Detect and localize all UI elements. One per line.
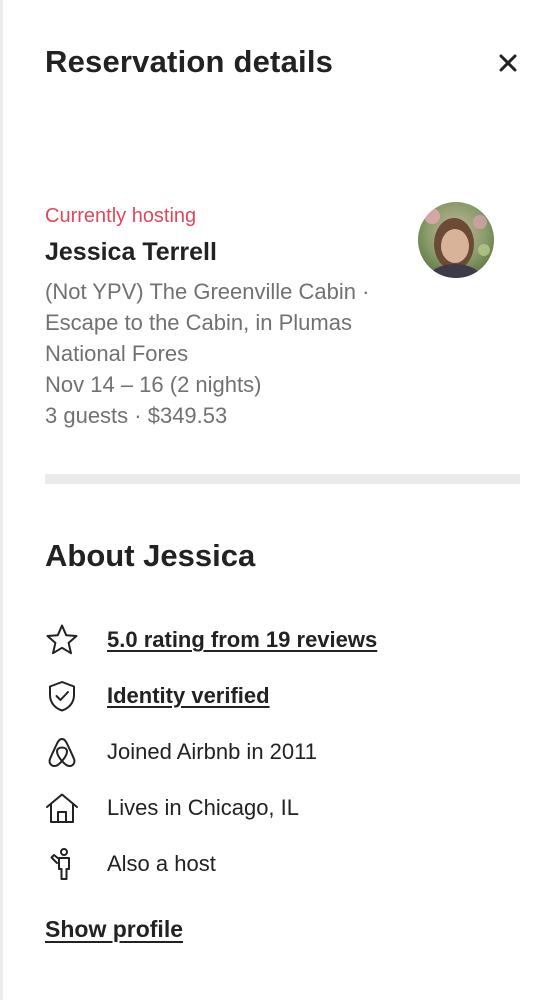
host-icon [45,846,81,882]
fact-location: Lives in Chicago, IL [45,780,515,836]
close-icon [499,54,517,72]
host-text: Also a host [107,851,216,876]
page-title: Reservation details [45,44,334,79]
fact-host: Also a host [45,836,515,892]
shield-check-icon [45,678,81,714]
about-heading: About Jessica [45,538,256,573]
listing-name-line-1: (Not YPV) The Greenville Cabin · [45,279,370,304]
listing-name-line-3: National Fores [45,341,189,366]
fact-identity: Identity verified [45,668,515,724]
close-button[interactable] [491,46,525,80]
joined-text: Joined Airbnb in 2011 [107,739,317,764]
reservation-details: (Not YPV) The Greenville Cabin · Escape … [45,276,425,431]
section-divider [45,474,520,484]
header: Reservation details [45,40,525,84]
guests-and-price: 3 guests · $349.53 [45,403,228,428]
rating-link[interactable]: 5.0 rating from 19 reviews [107,625,377,655]
listing-name-line-2: Escape to the Cabin, in Plumas [45,310,352,335]
fact-rating: 5.0 rating from 19 reviews [45,612,515,668]
location-text: Lives in Chicago, IL [107,795,299,820]
about-facts-list: 5.0 rating from 19 reviews Identity veri… [45,612,515,892]
identity-verified-link[interactable]: Identity verified [107,681,270,711]
panel-left-border [0,0,3,1000]
airbnb-logo-icon [45,734,81,770]
reservation-dates: Nov 14 – 16 (2 nights) [45,372,262,397]
guest-avatar[interactable] [418,202,494,278]
house-icon [45,790,81,826]
show-profile-link[interactable]: Show profile [45,912,183,946]
fact-joined: Joined Airbnb in 2011 [45,724,515,780]
star-icon [45,622,81,658]
